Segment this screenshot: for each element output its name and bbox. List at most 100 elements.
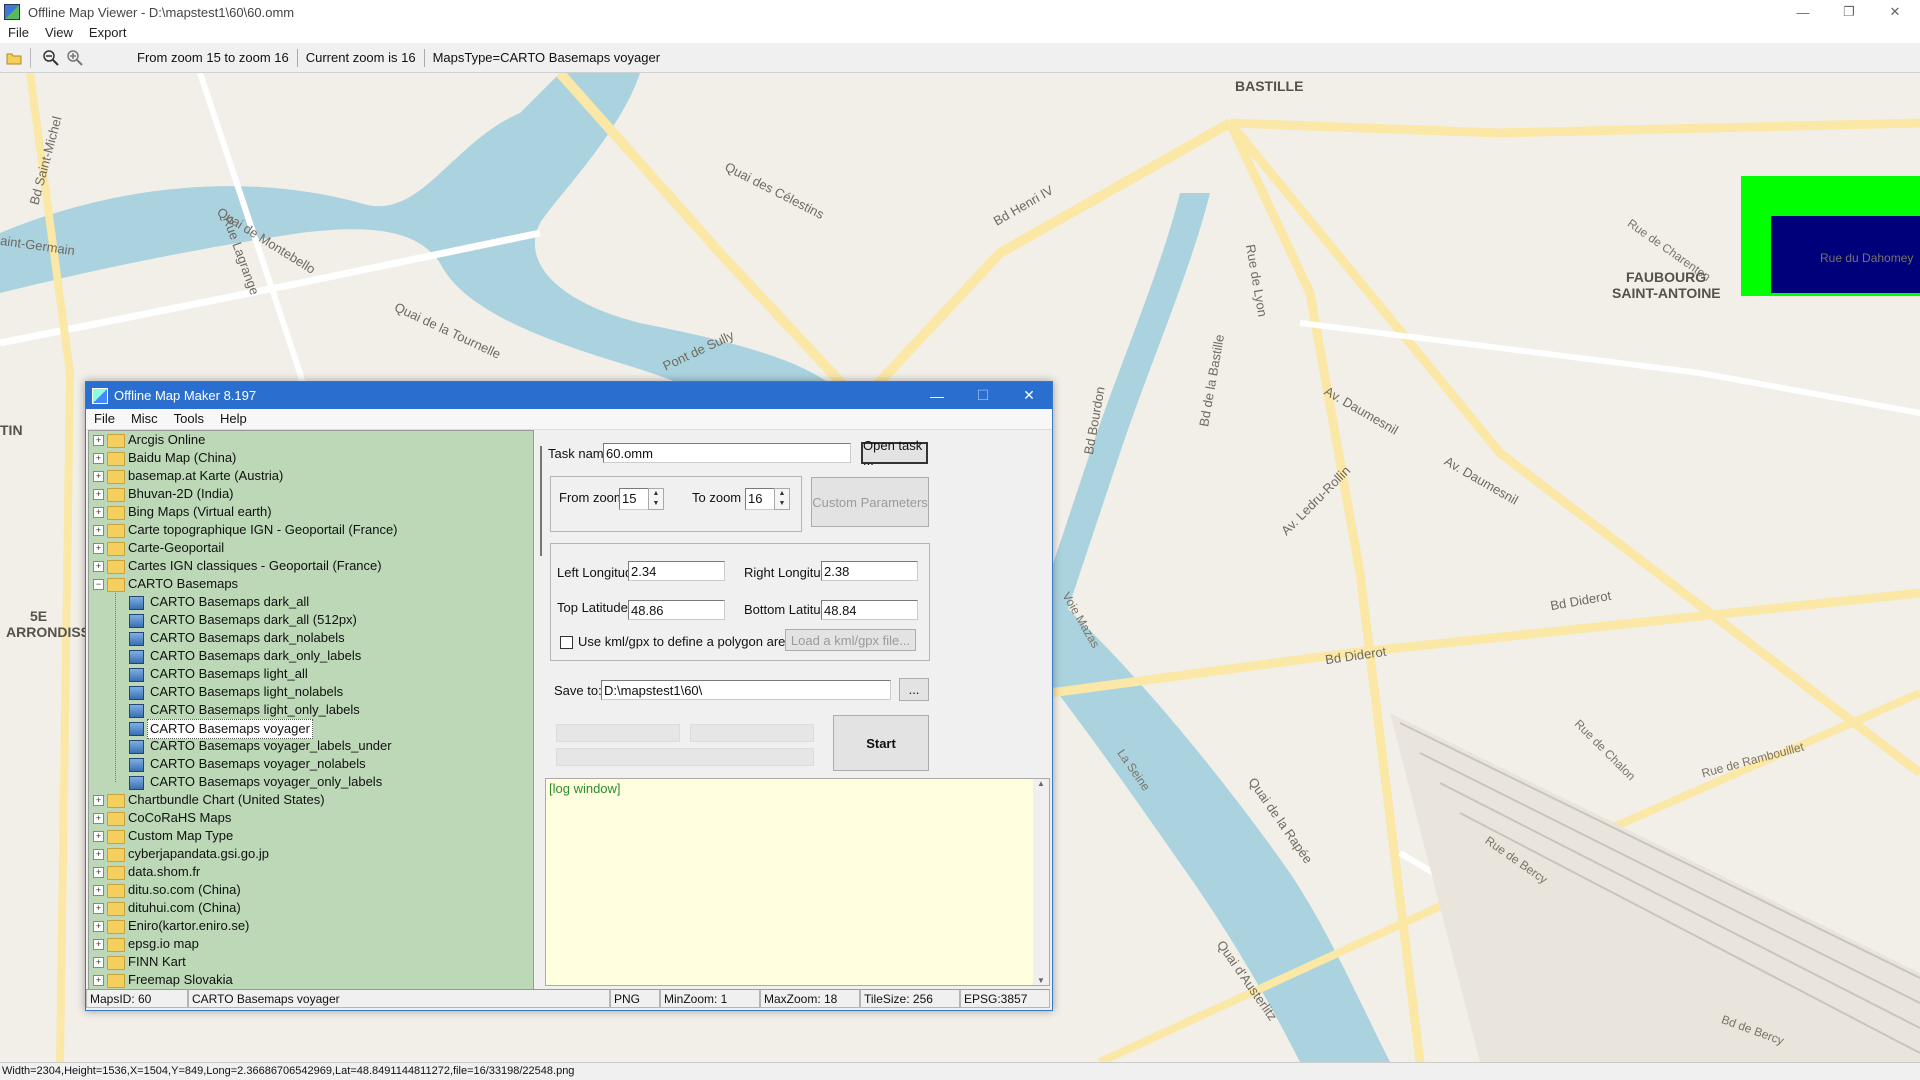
spin-down-icon[interactable]: ▼: [649, 499, 663, 509]
open-task-button[interactable]: Open task ...: [861, 438, 928, 468]
dialog-menu-help[interactable]: Help: [212, 409, 255, 429]
tree-folder-item[interactable]: + Bhuvan-2D (India): [89, 485, 533, 503]
from-zoom-input[interactable]: 15: [619, 488, 649, 510]
tree-folder-item[interactable]: + Carte topographique IGN - Geoportail (F…: [89, 521, 533, 539]
open-folder-icon[interactable]: [4, 48, 24, 68]
to-zoom-input[interactable]: 16: [745, 488, 775, 510]
from-zoom-spinner[interactable]: ▲ ▼: [648, 488, 664, 510]
toolbar: From zoom 15 to zoom 16 Current zoom is …: [0, 43, 1920, 73]
expand-icon[interactable]: +: [93, 921, 104, 932]
tree-folder-item[interactable]: − CARTO Basemaps: [89, 575, 533, 593]
tree-folder-item[interactable]: + Baidu Map (China): [89, 449, 533, 467]
expand-icon[interactable]: +: [93, 471, 104, 482]
expand-icon[interactable]: +: [93, 849, 104, 860]
spin-up-icon[interactable]: ▲: [775, 489, 789, 499]
dialog-minimize-button[interactable]: —: [914, 382, 960, 409]
map-type-icon: [129, 758, 144, 772]
tree-child-item[interactable]: CARTO Basemaps light_nolabels: [89, 683, 533, 701]
zoom-out-icon[interactable]: [41, 48, 61, 68]
close-button[interactable]: ✕: [1872, 0, 1918, 24]
tree-folder-item[interactable]: + Freemap Slovakia: [89, 971, 533, 989]
log-window[interactable]: [log window] ▲ ▼: [545, 778, 1050, 986]
custom-parameters-button[interactable]: Custom Parameters: [811, 477, 929, 527]
tree-item-label: Bing Maps (Virtual earth): [128, 504, 272, 519]
menu-file[interactable]: File: [0, 24, 37, 43]
spin-up-icon[interactable]: ▲: [649, 489, 663, 499]
to-zoom-spinner[interactable]: ▲ ▼: [774, 488, 790, 510]
spin-down-icon[interactable]: ▼: [775, 499, 789, 509]
left-longitude-input[interactable]: 2.34: [628, 561, 725, 581]
menu-view[interactable]: View: [37, 24, 81, 43]
tree-folder-item[interactable]: + ditu.so.com (China): [89, 881, 533, 899]
tree-folder-item[interactable]: + epsg.io map: [89, 935, 533, 953]
save-to-input[interactable]: D:\mapstest1\60\: [601, 680, 891, 700]
splitter-thumb[interactable]: [540, 446, 542, 556]
expand-icon[interactable]: +: [93, 795, 104, 806]
tree-child-item[interactable]: CARTO Basemaps light_all: [89, 665, 533, 683]
folder-icon: [107, 542, 125, 556]
load-kml-button[interactable]: Load a kml/gpx file...: [785, 629, 916, 651]
browse-button[interactable]: ...: [899, 678, 929, 701]
tree-child-item[interactable]: CARTO Basemaps dark_only_labels: [89, 647, 533, 665]
tree-folder-item[interactable]: + cyberjapandata.gsi.go.jp: [89, 845, 533, 863]
tree-folder-item[interactable]: + Custom Map Type: [89, 827, 533, 845]
expand-icon[interactable]: +: [93, 561, 104, 572]
dialog-menu-tools[interactable]: Tools: [166, 409, 212, 429]
scroll-up-icon[interactable]: ▲: [1033, 779, 1049, 788]
top-latitude-input[interactable]: 48.86: [628, 600, 725, 620]
maximize-button[interactable]: ❐: [1826, 0, 1872, 24]
status-maps-id: MapsID: 60: [86, 989, 188, 1008]
tree-folder-item[interactable]: + CoCoRaHS Maps: [89, 809, 533, 827]
log-scrollbar[interactable]: ▲ ▼: [1033, 779, 1049, 985]
expand-icon[interactable]: +: [93, 939, 104, 950]
tree-child-item[interactable]: CARTO Basemaps voyager: [89, 719, 533, 739]
task-name-input[interactable]: 60.omm: [603, 443, 851, 463]
tree-child-item[interactable]: CARTO Basemaps dark_all: [89, 593, 533, 611]
scroll-down-icon[interactable]: ▼: [1033, 976, 1049, 985]
expand-icon[interactable]: +: [93, 813, 104, 824]
tree-folder-item[interactable]: + data.shom.fr: [89, 863, 533, 881]
tree-folder-item[interactable]: + FINN Kart: [89, 953, 533, 971]
collapse-icon[interactable]: −: [93, 579, 104, 590]
expand-icon[interactable]: +: [93, 489, 104, 500]
menu-export[interactable]: Export: [81, 24, 135, 43]
tree-child-item[interactable]: CARTO Basemaps light_only_labels: [89, 701, 533, 719]
tree-child-item[interactable]: CARTO Basemaps dark_nolabels: [89, 629, 533, 647]
zoom-in-icon[interactable]: [65, 48, 85, 68]
tree-child-item[interactable]: CARTO Basemaps voyager_nolabels: [89, 755, 533, 773]
dialog-close-button[interactable]: ✕: [1006, 382, 1052, 409]
minimize-button[interactable]: —: [1780, 0, 1826, 24]
tree-child-item[interactable]: CARTO Basemaps voyager_only_labels: [89, 773, 533, 791]
bottom-latitude-input[interactable]: 48.84: [821, 600, 918, 620]
expand-icon[interactable]: +: [93, 543, 104, 554]
expand-icon[interactable]: +: [93, 957, 104, 968]
tree-folder-item[interactable]: + dituhui.com (China): [89, 899, 533, 917]
expand-icon[interactable]: +: [93, 525, 104, 536]
tree-folder-item[interactable]: + Chartbundle Chart (United States): [89, 791, 533, 809]
kml-checkbox[interactable]: [560, 636, 573, 649]
start-button[interactable]: Start: [833, 715, 929, 771]
tree-child-item[interactable]: CARTO Basemaps dark_all (512px): [89, 611, 533, 629]
dialog-maximize-button[interactable]: ☐: [960, 382, 1006, 409]
map-type-tree[interactable]: + Arcgis Online + Baidu Map (China) + basemap…: [88, 430, 534, 990]
tree-folder-item[interactable]: + Cartes IGN classiques - Geoportail (Fra…: [89, 557, 533, 575]
expand-icon[interactable]: +: [93, 903, 104, 914]
expand-icon[interactable]: +: [93, 885, 104, 896]
tree-child-item[interactable]: CARTO Basemaps voyager_labels_under: [89, 737, 533, 755]
tree-folder-item[interactable]: + Carte-Geoportail: [89, 539, 533, 557]
expand-icon[interactable]: +: [93, 507, 104, 518]
tree-folder-item[interactable]: + Eniro(kartor.eniro.se): [89, 917, 533, 935]
tree-folder-item[interactable]: + Arcgis Online: [89, 431, 533, 449]
tree-folder-item[interactable]: + basemap.at Karte (Austria): [89, 467, 533, 485]
expand-icon[interactable]: +: [93, 975, 104, 986]
right-longitude-input[interactable]: 2.38: [821, 561, 918, 581]
expand-icon[interactable]: +: [93, 831, 104, 842]
expand-icon[interactable]: +: [93, 435, 104, 446]
dialog-menu-misc[interactable]: Misc: [123, 409, 166, 429]
expand-icon[interactable]: +: [93, 453, 104, 464]
map-type-icon: [129, 596, 144, 610]
tree-folder-item[interactable]: + Bing Maps (Virtual earth): [89, 503, 533, 521]
dialog-menu-file[interactable]: File: [86, 409, 123, 429]
splitter[interactable]: [537, 430, 545, 988]
expand-icon[interactable]: +: [93, 867, 104, 878]
